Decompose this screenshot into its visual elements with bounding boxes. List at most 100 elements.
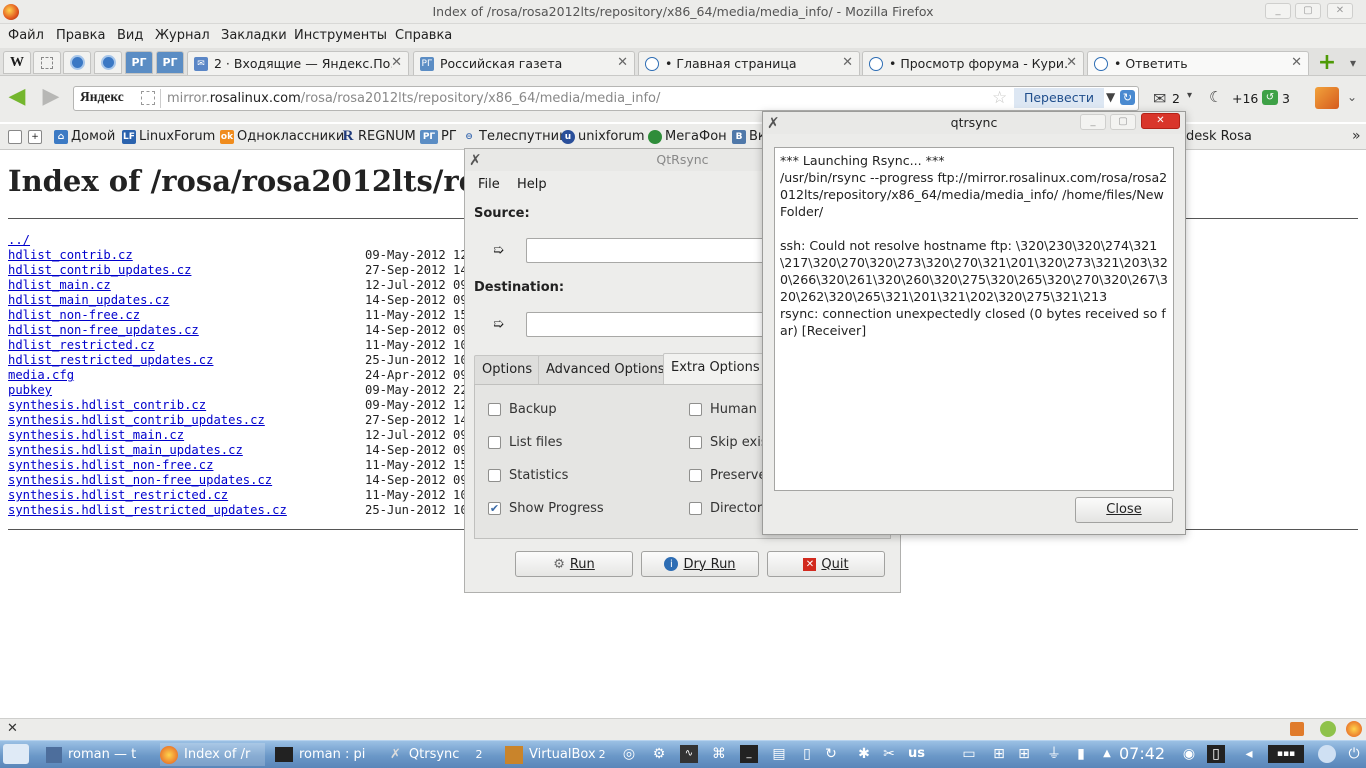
show-progress-checkbox[interactable]: ✔ xyxy=(488,502,501,515)
tab-forum[interactable]: • Просмотр форума - Кури… ✕ xyxy=(862,51,1084,75)
addon-status-icon[interactable] xyxy=(1290,722,1304,736)
file-link[interactable]: synthesis.hdlist_restricted_updates.cz xyxy=(8,503,287,517)
back-button[interactable]: ◀ xyxy=(4,86,30,108)
notify-icon[interactable]: ↺ xyxy=(1262,90,1278,105)
clock[interactable]: 07:42 xyxy=(1119,744,1165,763)
terminal-icon[interactable]: _ xyxy=(740,745,758,763)
menu-history[interactable]: Журнал xyxy=(155,28,210,43)
file-link[interactable]: synthesis.hdlist_restricted.cz xyxy=(8,488,228,502)
file-link[interactable]: hdlist_restricted.cz xyxy=(8,338,155,352)
tab-rg[interactable]: РГ Российская газета ✕ xyxy=(413,51,635,75)
volume-icon[interactable]: ◂ xyxy=(1240,745,1258,763)
bookmark-rg[interactable]: РГ РГ xyxy=(420,129,457,144)
status-icon[interactable] xyxy=(1320,721,1336,737)
task-terminal[interactable]: roman — t xyxy=(46,743,156,766)
tab-advanced-options[interactable]: Advanced Options xyxy=(538,355,673,384)
tab-list-icon[interactable]: ▾ xyxy=(1343,53,1363,73)
tab-yandex-mail[interactable]: ✉ 2 · Входящие — Яндекс.По… ✕ xyxy=(187,51,409,75)
tab-extra-options[interactable]: Extra Options xyxy=(663,353,768,385)
skip-existing-checkbox[interactable] xyxy=(689,436,702,449)
file-link[interactable]: hdlist_restricted_updates.cz xyxy=(8,353,213,367)
file-link[interactable]: synthesis.hdlist_main_updates.cz xyxy=(8,443,243,457)
bookmark-home[interactable]: ⌂ Домой xyxy=(54,129,115,144)
tab-options[interactable]: Options xyxy=(474,355,541,384)
dialog-maximize-icon[interactable]: ▢ xyxy=(1110,114,1136,130)
network-icon[interactable]: ⌘ xyxy=(710,745,728,763)
battery-icon[interactable]: ▮ xyxy=(1072,745,1090,763)
system-icon[interactable]: ◉ xyxy=(1180,745,1198,763)
clipboard-icon[interactable]: ▤ xyxy=(770,745,788,763)
bookmark-regnum[interactable]: R REGNUM xyxy=(341,128,416,144)
scissors-icon[interactable]: ✂ xyxy=(880,745,898,763)
bookmark-linuxforum[interactable]: LF LinuxForum xyxy=(122,129,215,144)
bookmark-desk-rosa[interactable]: desk Rosa xyxy=(1186,129,1252,144)
tray-expand-icon[interactable]: ▲ xyxy=(1098,745,1116,763)
file-link[interactable]: synthesis.hdlist_contrib.cz xyxy=(8,398,206,412)
site-identity-icon[interactable] xyxy=(141,91,155,105)
task-konsole[interactable]: roman : pi xyxy=(275,743,380,766)
file-link[interactable]: hdlist_main.cz xyxy=(8,278,111,292)
qt-menu-help[interactable]: Help xyxy=(517,177,547,192)
maximize-icon[interactable]: ▢ xyxy=(1295,3,1321,19)
pinned-tab-wikipedia[interactable]: W xyxy=(3,51,31,74)
directories-checkbox[interactable] xyxy=(689,502,702,515)
task-qtrsync[interactable]: ✗ Qtrsync 2 xyxy=(390,743,495,766)
bluetooth-icon[interactable]: ✱ xyxy=(855,745,873,763)
file-link[interactable]: hdlist_contrib.cz xyxy=(8,248,133,262)
task-virtualbox[interactable]: VirtualBox 2 xyxy=(505,743,610,766)
menu-dropdown-icon[interactable]: ⌄ xyxy=(1347,90,1357,104)
reload-icon[interactable]: ↻ xyxy=(1120,90,1135,105)
bookmarks-overflow-icon[interactable]: » xyxy=(1352,128,1361,144)
dialog-close-icon[interactable]: ✕ xyxy=(1141,113,1180,129)
url-text[interactable]: mirror.rosalinux.com/rosa/rosa2012lts/re… xyxy=(167,91,660,106)
bookmark-telesputnik[interactable]: ⊖ Телеспутник xyxy=(462,129,567,144)
close-addon-bar-icon[interactable]: ✕ xyxy=(7,721,18,736)
human-readable-checkbox[interactable] xyxy=(689,403,702,416)
mail-dropdown-icon[interactable]: ▾ xyxy=(1187,90,1192,101)
browse-destination-icon[interactable]: ➯ xyxy=(493,317,504,332)
refresh-icon[interactable]: ↻ xyxy=(822,745,840,763)
trash-icon[interactable]: ▯ xyxy=(798,745,816,763)
minimize-icon[interactable]: _ xyxy=(1265,3,1291,19)
tab-reply[interactable]: • Ответить ✕ xyxy=(1087,51,1309,75)
file-link[interactable]: pubkey xyxy=(8,383,52,397)
preserve-checkbox[interactable] xyxy=(689,469,702,482)
addon-icon[interactable] xyxy=(1315,87,1339,109)
tray-app-icon[interactable]: ◎ xyxy=(620,745,638,763)
moon-weather-icon[interactable]: ☾ xyxy=(1209,88,1222,106)
menu-bookmarks[interactable]: Закладки xyxy=(221,28,287,43)
parent-dir-link[interactable]: ../ xyxy=(8,233,30,247)
bookmark-vk[interactable]: В Вк xyxy=(732,129,766,144)
task-firefox[interactable]: Index of /r xyxy=(160,743,265,766)
tab-close-icon[interactable]: ✕ xyxy=(1291,55,1302,70)
power-icon[interactable]: ⏻ xyxy=(1345,745,1363,763)
list-files-checkbox[interactable] xyxy=(488,436,501,449)
mail-icon[interactable]: ✉ xyxy=(1153,89,1166,108)
bookmark-star-icon[interactable]: ☆ xyxy=(992,88,1007,108)
tab-close-icon[interactable]: ✕ xyxy=(1066,55,1077,70)
browse-source-icon[interactable]: ➯ xyxy=(493,243,504,258)
tab-close-icon[interactable]: ✕ xyxy=(617,55,628,70)
file-link[interactable]: synthesis.hdlist_non-free.cz xyxy=(8,458,213,472)
quit-button[interactable]: ✕ Quit xyxy=(767,551,885,577)
pinned-tab-blank[interactable] xyxy=(33,51,61,74)
tab-main-page[interactable]: • Главная страница ✕ xyxy=(638,51,860,75)
bookmark-unixforum[interactable]: u unixforum xyxy=(561,129,645,144)
rsync-output-text[interactable]: *** Launching Rsync... *** /usr/bin/rsync… xyxy=(774,147,1174,491)
firefox-status-icon[interactable] xyxy=(1346,721,1362,737)
forward-button[interactable]: ▶ xyxy=(38,86,64,108)
start-menu-icon[interactable] xyxy=(3,744,29,764)
qt-menu-file[interactable]: File xyxy=(478,177,500,192)
system-monitor-icon[interactable]: ∿ xyxy=(680,745,698,763)
workspace-switcher[interactable]: ▪▪▪ xyxy=(1268,745,1304,763)
run-button[interactable]: ⚙ Run xyxy=(515,551,633,577)
menu-tools[interactable]: Инструменты xyxy=(294,28,387,43)
display-icon[interactable]: ▭ xyxy=(960,745,978,763)
file-link[interactable]: synthesis.hdlist_non-free_updates.cz xyxy=(8,473,272,487)
menu-view[interactable]: Вид xyxy=(117,28,143,43)
menu-file[interactable]: Файл xyxy=(8,28,44,43)
file-link[interactable]: hdlist_main_updates.cz xyxy=(8,293,169,307)
bookmarks-menu-icon[interactable] xyxy=(8,130,22,144)
close-icon[interactable]: ✕ xyxy=(1327,3,1353,19)
menu-edit[interactable]: Правка xyxy=(56,28,105,43)
